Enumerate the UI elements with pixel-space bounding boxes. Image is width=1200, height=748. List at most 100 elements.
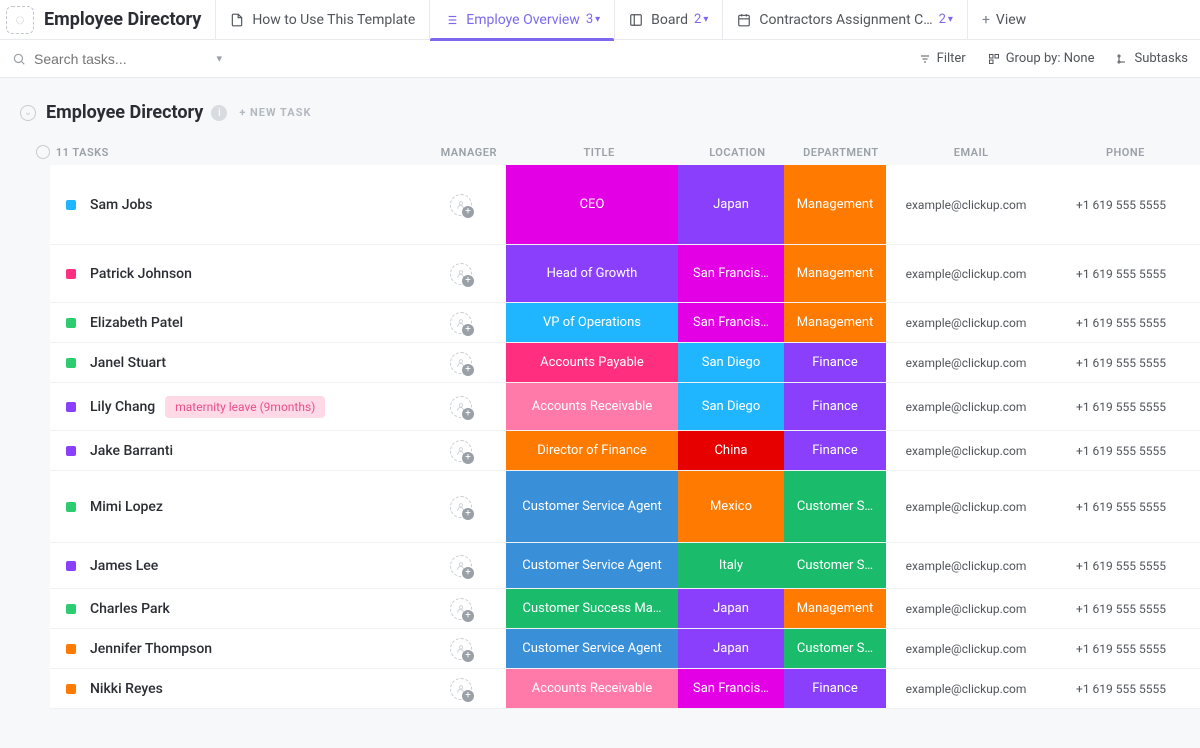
cell-email[interactable]: example@clickup.com: [886, 589, 1046, 628]
assign-manager-icon[interactable]: [450, 678, 472, 700]
status-dot[interactable]: [66, 446, 76, 456]
cell-manager[interactable]: [416, 343, 506, 382]
cell-department[interactable]: Finance: [784, 343, 886, 382]
cell-location[interactable]: Italy: [678, 543, 784, 588]
groupby-button[interactable]: Group by: None: [988, 51, 1095, 66]
cell-phone[interactable]: +1 619 555 5555: [1046, 165, 1196, 244]
cell-department[interactable]: Management: [784, 165, 886, 244]
table-row[interactable]: Lily Changmaternity leave (9months) Accou…: [50, 383, 1200, 431]
chevron-down-icon[interactable]: ▾: [703, 14, 708, 25]
assign-manager-icon[interactable]: [450, 598, 472, 620]
assign-manager-icon[interactable]: [450, 396, 472, 418]
cell-phone[interactable]: +1 619 555 5555: [1046, 471, 1196, 542]
cell-manager[interactable]: [416, 245, 506, 302]
cell-location[interactable]: San Francis…: [678, 669, 784, 708]
assign-manager-icon[interactable]: [450, 440, 472, 462]
cell-name[interactable]: Jennifer Thompson: [50, 629, 416, 668]
assign-manager-icon[interactable]: [450, 638, 472, 660]
table-row[interactable]: Sam JobsCEOJapanManagementexample@clicku…: [50, 165, 1200, 245]
search-input[interactable]: [34, 51, 174, 67]
cell-department[interactable]: Customer S…: [784, 543, 886, 588]
cell-email[interactable]: example@clickup.com: [886, 343, 1046, 382]
info-icon[interactable]: i: [211, 105, 227, 121]
status-dot[interactable]: [66, 644, 76, 654]
cell-title[interactable]: Customer Service Agent: [506, 629, 678, 668]
cell-phone[interactable]: +1 619 555 5555: [1046, 343, 1196, 382]
cell-department[interactable]: Finance: [784, 431, 886, 470]
cell-title[interactable]: Accounts Payable: [506, 343, 678, 382]
cell-name[interactable]: James Lee: [50, 543, 416, 588]
assign-manager-icon[interactable]: [450, 194, 472, 216]
tab-1[interactable]: Employe Overview3▾: [429, 0, 614, 40]
cell-email[interactable]: example@clickup.com: [886, 383, 1046, 430]
cell-department[interactable]: Customer S…: [784, 471, 886, 542]
tab-2[interactable]: Board2▾: [614, 0, 722, 40]
cell-department[interactable]: Finance: [784, 669, 886, 708]
cell-manager[interactable]: [416, 471, 506, 542]
cell-manager[interactable]: [416, 303, 506, 342]
cell-phone[interactable]: +1 619 555 5555: [1046, 245, 1196, 302]
header-title[interactable]: TITLE: [514, 146, 685, 159]
cell-location[interactable]: China: [678, 431, 784, 470]
cell-phone[interactable]: +1 619 555 5555: [1046, 589, 1196, 628]
cell-title[interactable]: Director of Finance: [506, 431, 678, 470]
cell-title[interactable]: Accounts Receivable: [506, 669, 678, 708]
table-row[interactable]: Patrick JohnsonHead of GrowthSan Francis…: [50, 245, 1200, 303]
cell-email[interactable]: example@clickup.com: [886, 543, 1046, 588]
collapse-toggle[interactable]: ⌄: [20, 105, 36, 121]
cell-title[interactable]: Accounts Receivable: [506, 383, 678, 430]
chevron-down-icon[interactable]: ▾: [948, 14, 953, 25]
assign-manager-icon[interactable]: [450, 555, 472, 577]
assign-manager-icon[interactable]: [450, 263, 472, 285]
cell-title[interactable]: VP of Operations: [506, 303, 678, 342]
tab-3[interactable]: Contractors Assignment C…2▾: [722, 0, 967, 40]
header-phone[interactable]: PHONE: [1051, 146, 1200, 159]
cell-department[interactable]: Management: [784, 245, 886, 302]
search-box[interactable]: ▾: [12, 51, 222, 67]
cell-manager[interactable]: [416, 383, 506, 430]
subtasks-button[interactable]: Subtasks: [1116, 51, 1188, 66]
chevron-down-icon[interactable]: ▾: [216, 52, 222, 65]
assign-manager-icon[interactable]: [450, 312, 472, 334]
cell-email[interactable]: example@clickup.com: [886, 245, 1046, 302]
table-row[interactable]: Elizabeth PatelVP of OperationsSan Franc…: [50, 303, 1200, 343]
table-row[interactable]: Nikki Reyes Accounts ReceivableSan Franci…: [50, 669, 1200, 709]
new-task-button[interactable]: + NEW TASK: [239, 106, 311, 119]
cell-location[interactable]: Mexico: [678, 471, 784, 542]
cell-location[interactable]: San Diego: [678, 383, 784, 430]
cell-location[interactable]: Japan: [678, 165, 784, 244]
status-dot[interactable]: [66, 318, 76, 328]
cell-manager[interactable]: [416, 431, 506, 470]
cell-email[interactable]: example@clickup.com: [886, 165, 1046, 244]
status-dot[interactable]: [66, 561, 76, 571]
table-row[interactable]: Jennifer ThompsonCustomer Service AgentJ…: [50, 629, 1200, 669]
tag-badge[interactable]: maternity leave (9months): [165, 396, 325, 418]
cell-email[interactable]: example@clickup.com: [886, 629, 1046, 668]
cell-phone[interactable]: +1 619 555 5555: [1046, 431, 1196, 470]
cell-department[interactable]: Management: [784, 303, 886, 342]
cell-name[interactable]: Janel Stuart: [50, 343, 416, 382]
select-all-toggle[interactable]: [30, 145, 56, 159]
cell-department[interactable]: Customer S…: [784, 629, 886, 668]
cell-name[interactable]: Jake Barranti: [50, 431, 416, 470]
cell-name[interactable]: Nikki Reyes: [50, 669, 416, 708]
status-dot[interactable]: [66, 269, 76, 279]
cell-name[interactable]: Lily Changmaternity leave (9months): [50, 383, 416, 430]
cell-phone[interactable]: +1 619 555 5555: [1046, 383, 1196, 430]
table-row[interactable]: Jake Barranti Director of FinanceChinaFin…: [50, 431, 1200, 471]
cell-manager[interactable]: [416, 165, 506, 244]
add-view-button[interactable]: + View: [967, 0, 1040, 40]
status-dot[interactable]: [66, 358, 76, 368]
chevron-down-icon[interactable]: ▾: [595, 14, 600, 25]
header-email[interactable]: EMAIL: [892, 146, 1051, 159]
cell-title[interactable]: Head of Growth: [506, 245, 678, 302]
cell-manager[interactable]: [416, 543, 506, 588]
workspace-logo[interactable]: ◌: [6, 6, 34, 34]
cell-title[interactable]: CEO: [506, 165, 678, 244]
cell-name[interactable]: Charles Park: [50, 589, 416, 628]
status-dot[interactable]: [66, 502, 76, 512]
cell-manager[interactable]: [416, 589, 506, 628]
table-row[interactable]: James LeeCustomer Service AgentItalyCust…: [50, 543, 1200, 589]
cell-department[interactable]: Management: [784, 589, 886, 628]
header-department[interactable]: DEPARTMENT: [790, 146, 891, 159]
